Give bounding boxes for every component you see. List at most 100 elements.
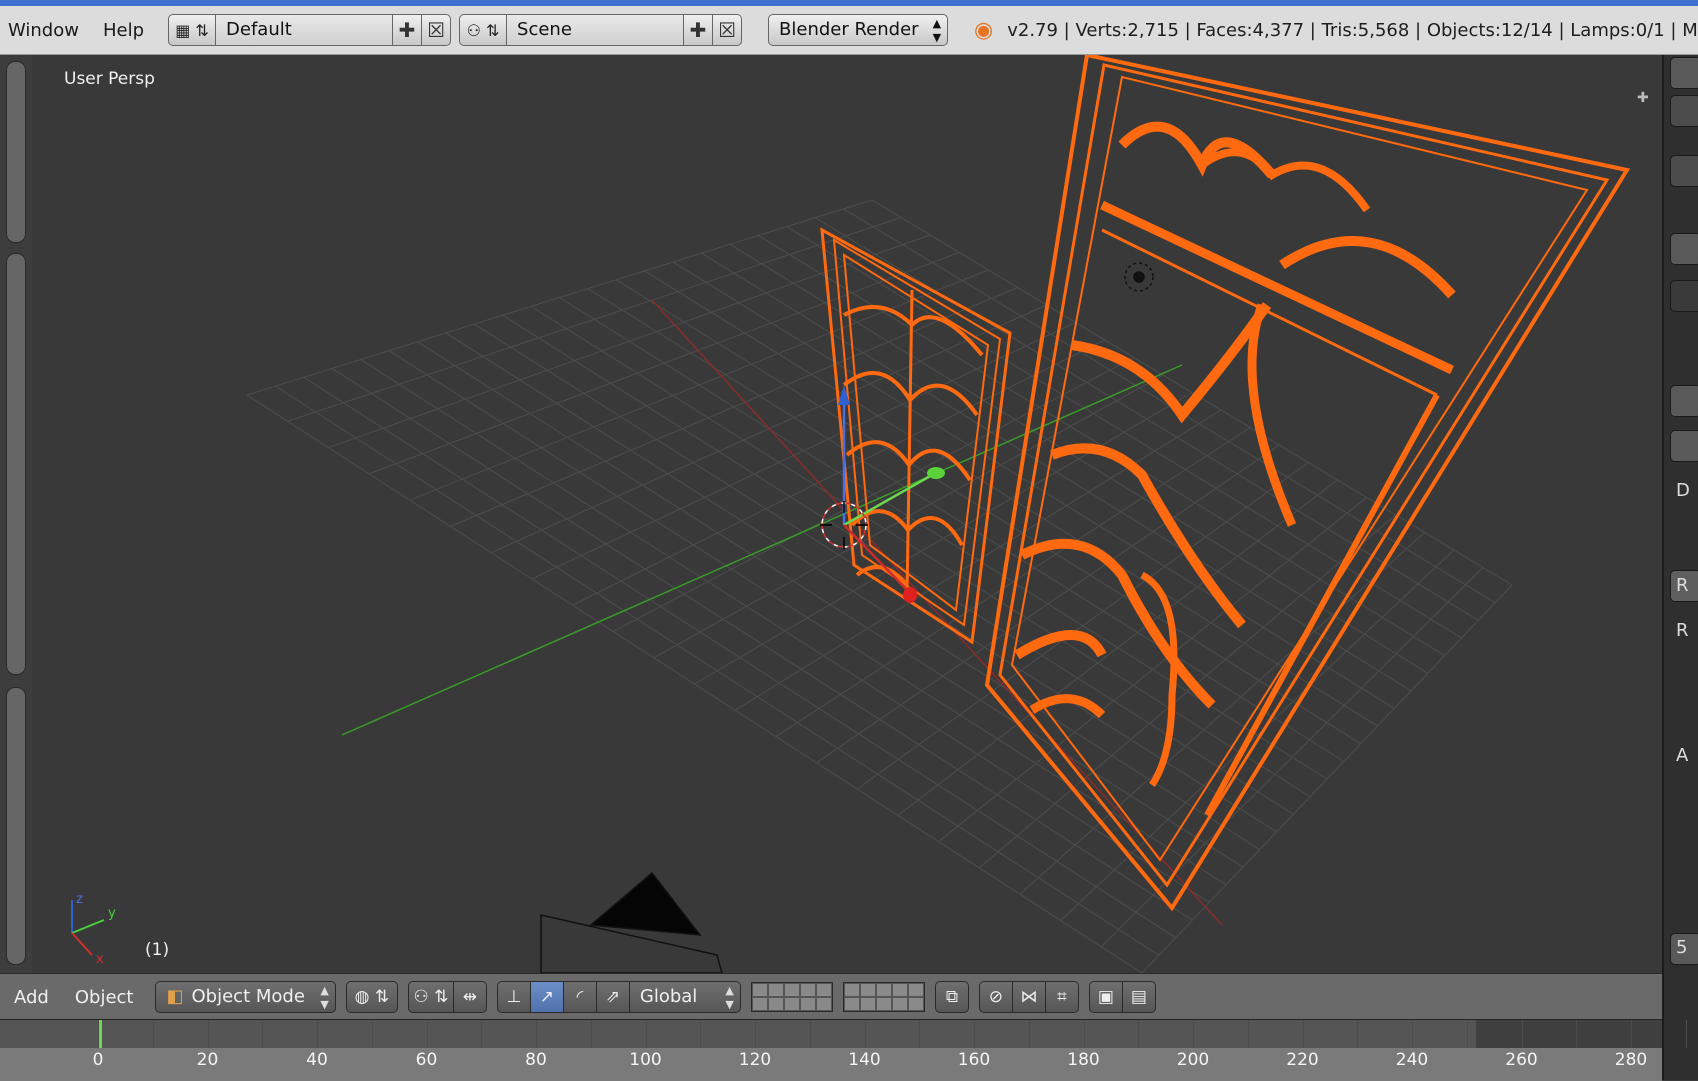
layers-right-grid[interactable] — [842, 982, 925, 1012]
timeline-tick-line — [1466, 1020, 1468, 1048]
timeline-tick-label: 220 — [1286, 1050, 1319, 1070]
opengl-render-image-icon[interactable]: ▣ — [1088, 981, 1123, 1013]
camera-object — [540, 871, 723, 973]
timeline-tick-line — [1138, 1020, 1140, 1048]
timeline-tick-label: 60 — [415, 1050, 438, 1070]
timeline-tick-line — [1631, 1020, 1632, 1048]
interaction-mode-dropdown[interactable]: ◧ Object Mode ▲ ▼ — [155, 981, 336, 1013]
object-cube-icon: ◧ — [166, 986, 184, 1007]
timeline-tick-label: 100 — [629, 1050, 662, 1070]
timeline[interactable]: 0 20 40 60 80 100 120 140 160 180 200 220 240 260 280 — [0, 1019, 1687, 1081]
timeline-tick-label: 260 — [1505, 1050, 1538, 1070]
tool-shelf-scroll-top[interactable] — [6, 61, 26, 243]
timeline-tick-label: 20 — [196, 1050, 219, 1070]
screen-layout-name[interactable]: Default — [216, 14, 394, 46]
timeline-tick-line — [317, 1020, 318, 1048]
view-name-label: User Persp — [64, 69, 155, 89]
lock-camera-icon[interactable]: ⧉ — [934, 981, 969, 1013]
manipulator-toggle-icon[interactable]: ⇹ — [452, 981, 487, 1013]
menu-help[interactable]: Help — [95, 20, 160, 41]
menu-object[interactable]: Object — [61, 987, 146, 1008]
timeline-tick-line — [152, 1020, 154, 1048]
viewport-header: Add Object ◧ Object Mode ▲ ▼ ◍ ⇅ ⚇ ⇅ ⇹ ⊥ … — [0, 973, 1662, 1020]
timeline-tick-line — [919, 1020, 921, 1048]
timeline-tick-line — [700, 1020, 702, 1048]
scene-stats: v2.79 | Verts:2,715 | Faces:4,377 | Tris… — [1007, 19, 1698, 41]
render-panel-icon[interactable] — [1670, 385, 1698, 417]
timeline-tick-label: 200 — [1176, 1050, 1210, 1070]
lamp-object — [1124, 262, 1154, 292]
world-icon[interactable] — [1670, 155, 1698, 187]
scene-icon[interactable]: ⚇ ⇅ — [459, 14, 508, 46]
timeline-tick-label: 40 — [306, 1050, 328, 1070]
translate-manipulator-icon[interactable]: ⊥ — [496, 981, 531, 1013]
add-scene-icon[interactable]: ✚ — [684, 14, 714, 46]
viewport-canvas[interactable]: z y x — [32, 55, 1662, 973]
timeline-tick-line — [1521, 1020, 1523, 1048]
axis-x-label: x — [96, 952, 104, 967]
timeline-tick-line — [864, 1020, 866, 1048]
timeline-tick-line — [207, 1020, 209, 1048]
scene-name[interactable]: Scene — [507, 14, 685, 46]
timeline-tick-line — [536, 1020, 537, 1048]
snap-element-icon[interactable]: ⌗ — [1044, 981, 1079, 1013]
layers-left-grid[interactable] — [750, 982, 833, 1012]
timeline-tick-line — [645, 1020, 647, 1048]
expand-properties-icon[interactable]: ✚ — [1637, 90, 1649, 106]
snap-toggle-icon[interactable]: ⋈ — [1011, 981, 1046, 1013]
blender-logo-icon: ◉ — [974, 17, 994, 43]
floor-grid — [246, 199, 1513, 973]
timeline-end-range — [1476, 1020, 1662, 1048]
tool-shelf-scroll-bottom[interactable] — [6, 687, 26, 965]
transform-orientation-label: Global — [639, 986, 698, 1007]
menu-add[interactable]: Add — [0, 987, 61, 1008]
outliner-view-icon[interactable] — [1670, 57, 1698, 89]
proportional-edit-icon[interactable]: ⊘ — [978, 981, 1013, 1013]
timeline-tick-line — [1576, 1020, 1578, 1048]
properties-editor-icon[interactable] — [1670, 233, 1698, 265]
timeline-tick-line — [1193, 1020, 1194, 1048]
panel-letter-r2: R — [1676, 620, 1689, 641]
timeline-tick-label: 240 — [1395, 1050, 1429, 1070]
render-engine-dropdown[interactable]: Blender Render ▲ ▼ — [768, 14, 949, 46]
timeline-tick-line — [98, 1020, 99, 1048]
timeline-tick-line — [1028, 1020, 1030, 1048]
panel-letter-r1: R — [1676, 575, 1689, 596]
timeline-tick-line — [590, 1020, 592, 1048]
transform-orientation-dropdown[interactable]: Global ▲ ▼ — [628, 981, 741, 1013]
3d-viewport[interactable]: z y x User Persp (1) ✚ — [32, 55, 1662, 973]
add-layout-icon[interactable]: ✚ — [393, 14, 423, 46]
timeline-tick-label: 120 — [738, 1050, 772, 1070]
timeline-tick-line — [1685, 1020, 1687, 1048]
screen-layout-icon[interactable]: ▦ ⇅ — [168, 14, 217, 46]
pivot-point-icon[interactable]: ⚇ ⇅ — [407, 981, 454, 1013]
dropdown-arrows-icon: ▲ ▼ — [725, 984, 734, 1011]
timeline-tick-label: 80 — [525, 1050, 547, 1070]
opengl-render-animation-icon[interactable]: ▤ — [1121, 981, 1156, 1013]
remove-layout-icon[interactable]: ☒ — [422, 14, 452, 46]
timeline-tick-line — [1083, 1020, 1085, 1048]
translate-arrow-icon[interactable]: ↗ — [529, 981, 564, 1013]
info-header: Window Help ▦ ⇅ Default ✚ ☒ ⚇ ⇅ Scene ✚ … — [0, 6, 1698, 55]
remove-scene-icon[interactable]: ☒ — [713, 14, 743, 46]
timeline-tick-label: 280 — [1614, 1050, 1648, 1070]
timeline-tick-line — [481, 1020, 483, 1048]
timeline-tick-line — [1302, 1020, 1304, 1048]
rotate-manipulator-icon[interactable]: ◜ — [562, 981, 597, 1013]
scale-manipulator-icon[interactable]: ⇗ — [595, 981, 630, 1013]
tool-shelf-scroll-mid[interactable] — [6, 253, 26, 675]
scene-selector: ⚇ ⇅ Scene ✚ ☒ — [459, 14, 743, 46]
viewport-shading-icon[interactable]: ◍ ⇅ — [345, 981, 398, 1013]
camera-render-icon[interactable] — [1670, 430, 1698, 462]
timeline-tick-line — [809, 1020, 811, 1048]
timeline-tick-line — [262, 1020, 264, 1048]
pin-icon[interactable] — [1670, 280, 1698, 312]
menu-window[interactable]: Window — [0, 20, 95, 41]
dropdown-arrows-icon: ▲ ▼ — [320, 984, 329, 1011]
axis-y-label: y — [108, 906, 116, 921]
dropdown-arrows-icon: ▲ ▼ — [932, 17, 942, 44]
tool-shelf-strip — [0, 55, 32, 973]
timeline-tick-line — [974, 1020, 975, 1048]
outliner-scene-icon[interactable] — [1670, 95, 1698, 127]
timeline-tick-line — [1357, 1020, 1359, 1048]
